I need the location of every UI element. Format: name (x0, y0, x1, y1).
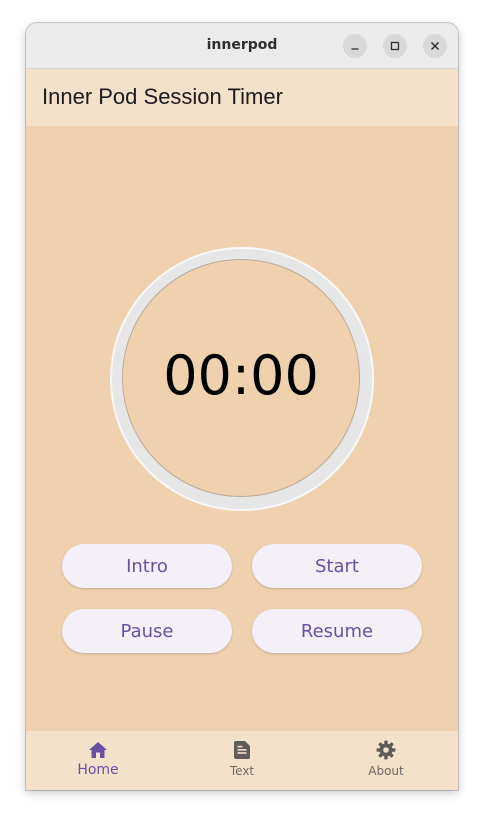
maximize-button[interactable] (383, 34, 407, 58)
intro-button[interactable]: Intro (62, 544, 232, 588)
nav-item-about[interactable]: About (314, 731, 458, 790)
timer-face: 00:00 (123, 260, 359, 496)
close-button[interactable] (423, 34, 447, 58)
main-content: 00:00 Intro Start Pause Resume (26, 126, 458, 731)
minimize-icon (350, 41, 360, 51)
close-icon (430, 41, 440, 51)
start-button[interactable]: Start (252, 544, 422, 588)
nav-label-text: Text (229, 764, 255, 778)
pause-button[interactable]: Pause (62, 609, 232, 653)
document-icon (231, 739, 253, 761)
app-window: innerpod Inner Pod Session Timer 00:00 I… (26, 23, 458, 790)
gear-icon (375, 739, 397, 761)
page-title: Inner Pod Session Timer (42, 84, 283, 109)
resume-button[interactable]: Resume (252, 609, 422, 653)
nav-label-about: About (368, 764, 404, 778)
bottom-navigation: Home Text About (26, 731, 458, 790)
nav-item-home[interactable]: Home (26, 731, 170, 790)
timer-progress-ring: 00:00 (110, 247, 374, 511)
maximize-icon (390, 41, 400, 51)
nav-label-home: Home (77, 762, 119, 778)
window-titlebar[interactable]: innerpod (26, 23, 458, 69)
nav-item-text[interactable]: Text (170, 731, 314, 790)
timer-display: 00:00 (163, 344, 319, 407)
home-icon (87, 739, 109, 761)
minimize-button[interactable] (343, 34, 367, 58)
app-bar: Inner Pod Session Timer (26, 69, 458, 126)
